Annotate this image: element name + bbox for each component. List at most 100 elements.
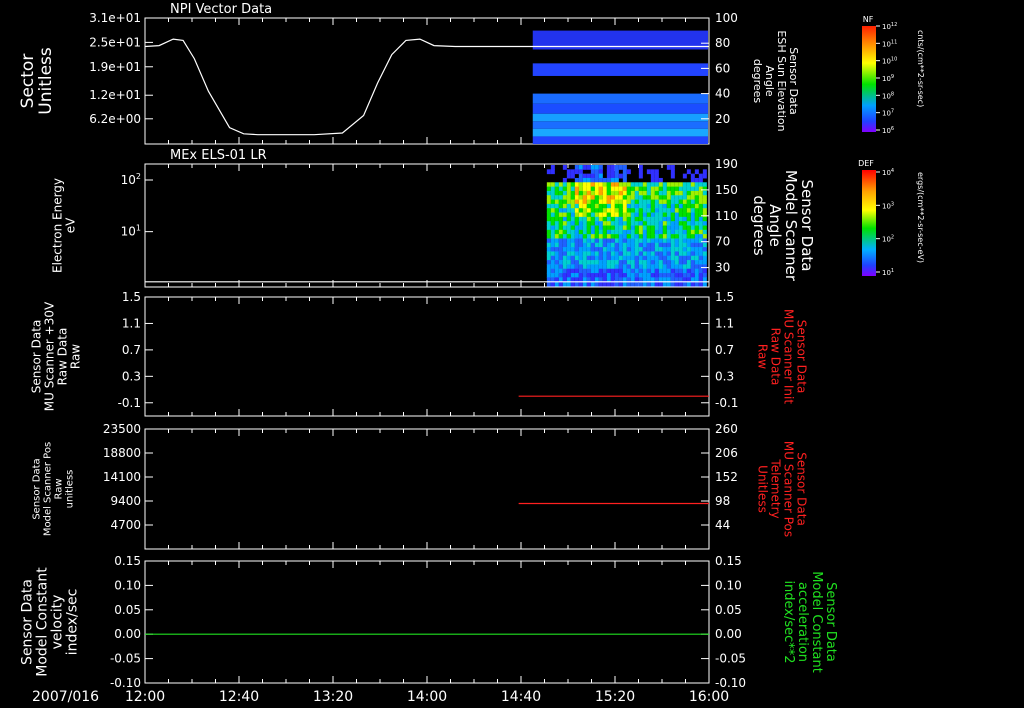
spectrogram-cell: [670, 182, 675, 188]
spectrogram-cell: [622, 177, 627, 183]
spectrogram-cell: [650, 251, 655, 257]
spectrogram-cell: [670, 199, 675, 205]
spectrogram-cell: [546, 234, 551, 239]
axis-label-line: velocity: [50, 595, 66, 650]
spectrogram-cell: [602, 268, 607, 274]
spectrogram-cell: [626, 182, 631, 188]
panel-2-ylabel: Electron Energy eV: [51, 178, 78, 273]
spectrogram-cell: [610, 225, 615, 231]
spectrogram-cell: [702, 229, 707, 235]
spectrogram-cell: [606, 260, 611, 265]
spectrogram-cell: [658, 208, 663, 214]
spectrogram-cell: [678, 273, 683, 278]
spectrogram-cell: [570, 242, 575, 248]
spectrogram-cell: [650, 216, 655, 222]
axis-label-line: Raw: [69, 344, 83, 369]
spectrogram-cell: [670, 234, 675, 239]
spectrogram-cell: [662, 182, 667, 188]
spectrogram-cell: [610, 173, 615, 179]
spectrogram-cell: [566, 216, 571, 222]
y-tick-label: 23500: [103, 422, 141, 436]
spectrogram-cell: [670, 268, 675, 274]
spectrogram-cell: [582, 221, 587, 226]
panel-4-right-ylabel: Sensor DataMU Scanner PosTelemetryUnitle…: [756, 441, 809, 537]
spectrogram-cell: [594, 173, 599, 179]
spectrogram-cell: [550, 186, 555, 192]
spectrogram-cell: [638, 221, 643, 226]
panel-2-right-ylabel: Sensor DataModel ScannerAngledegrees: [750, 170, 816, 282]
spectrogram-cell: [590, 260, 595, 265]
spectrogram-cell: [646, 247, 651, 252]
spectrogram-cell: [674, 212, 679, 218]
spectrogram-cell: [586, 247, 591, 252]
spectrogram-cell: [694, 208, 699, 214]
spectrogram-cell: [622, 260, 627, 265]
axis-label-line: index/sec: [65, 589, 81, 656]
spectrogram-cell: [670, 260, 675, 265]
spectrogram-cell: [622, 212, 627, 218]
axis-label-line: Raw Data: [769, 328, 783, 386]
spectrogram-cell: [566, 273, 571, 278]
spectrogram-cell: [686, 247, 691, 252]
axis-label-line: Unitless: [36, 47, 56, 115]
spectrogram-cell: [614, 169, 619, 175]
spectrogram-cell: [618, 203, 623, 209]
y-tick-label: -0.05: [715, 652, 746, 666]
axis-label-line: Model Scanner Pos: [43, 442, 54, 536]
spectrogram-cell: [642, 186, 647, 192]
spectrogram-cell: [566, 199, 571, 205]
spectrogram-cell: [666, 165, 671, 170]
spectrogram-cell: [550, 169, 555, 175]
spectrogram-cell: [658, 264, 663, 270]
spectrogram-cell: [558, 199, 563, 205]
spectrogram-cell: [590, 238, 595, 244]
spectrogram-cell: [626, 199, 631, 205]
axis-label-line: Raw: [756, 344, 770, 369]
spectrogram-cell: [614, 238, 619, 244]
spectrogram-cell: [662, 221, 667, 226]
spectrogram-cell: [570, 221, 575, 226]
spectrogram-cell: [694, 255, 699, 261]
axis-label-line: Telemetry: [769, 458, 783, 518]
spectrogram-cell: [602, 234, 607, 239]
spectrogram-cell: [570, 169, 575, 175]
spectrogram-cell: [630, 212, 635, 218]
spectrogram-cell: [574, 212, 579, 218]
y-tick-label: 44: [715, 518, 730, 532]
spectrogram-cell: [614, 264, 619, 270]
spectrogram-cell: [646, 238, 651, 244]
spectrogram-cell: [606, 203, 611, 209]
spectrogram-cell: [610, 199, 615, 205]
spectrogram-cell: [546, 169, 551, 175]
spectrogram-cell: [686, 251, 691, 257]
axis-label-line: Sensor Data: [32, 458, 43, 519]
spectrogram-cell: [566, 234, 571, 239]
spectrogram-cell: [646, 208, 651, 214]
spectrogram-cell: [638, 173, 643, 179]
spectrogram-cell: [682, 268, 687, 274]
spectrogram-cell: [610, 190, 615, 196]
y-tick-label: 110: [715, 209, 738, 223]
axis-label-line: Sensor Data: [823, 582, 838, 662]
spectrogram-cell: [614, 177, 619, 183]
spectrogram-cell: [662, 195, 667, 201]
spectrogram-cell: [562, 199, 567, 205]
spectrogram-cell: [614, 225, 619, 231]
spectrogram-cell: [598, 195, 603, 201]
spectrogram-cell: [562, 260, 567, 265]
spectrogram-cell: [682, 203, 687, 209]
spectrogram-cell: [570, 208, 575, 214]
spectrogram-cell: [634, 212, 639, 218]
spectrogram-cell: [598, 199, 603, 205]
spectrogram-cell: [550, 238, 555, 244]
spectrogram-cell: [570, 186, 575, 192]
spectrogram-cell: [686, 234, 691, 239]
spectrogram-cell: [602, 208, 607, 214]
spectrogram-cell: [598, 165, 603, 170]
y-tick-label: 102: [121, 172, 141, 187]
y-tick-label: 0.15: [114, 554, 141, 568]
spectrogram-cell: [586, 212, 591, 218]
spectrogram-cell: [702, 186, 707, 192]
spectrogram-cell: [618, 255, 623, 261]
spectrogram-cell: [618, 208, 623, 214]
